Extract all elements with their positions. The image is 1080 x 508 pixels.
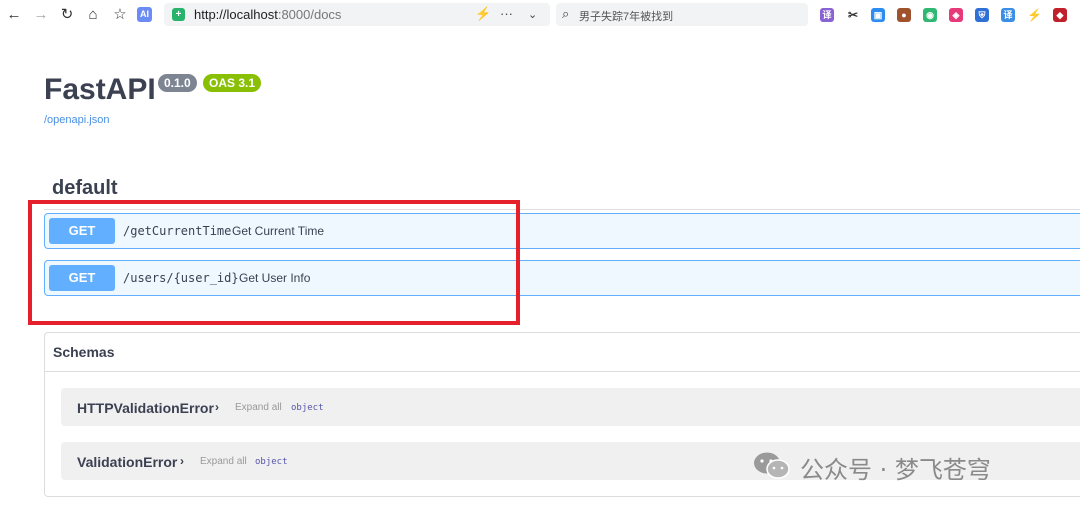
copy-extension-icon[interactable]: ▣ [871,8,885,22]
search-icon: ⌕ [562,6,570,21]
openapi-json-link[interactable]: /openapi.json [44,114,109,126]
chevron-right-icon[interactable]: › [180,454,184,468]
translate-extension-icon[interactable]: 译 [820,8,834,22]
lightning-icon[interactable]: ⚡ [475,6,491,22]
bookmark-star-icon[interactable]: ☆ [110,5,130,25]
expand-all-link[interactable]: Expand all [235,402,282,413]
bitwarden-shield-icon[interactable]: ⛨ [975,8,989,22]
cookie-extension-icon[interactable]: ● [897,8,911,22]
model-name[interactable]: HTTPValidationError [77,400,214,416]
version-badge: 0.1.0 [158,74,197,92]
back-arrow-icon[interactable]: ← [4,5,24,25]
url-text[interactable]: http://localhost:8000/docs [194,7,341,22]
ai-assistant-icon[interactable]: AI [137,7,152,22]
address-bar[interactable]: + http://localhost:8000/docs ⚡ ··· ⌄ [164,3,550,26]
chevron-right-icon[interactable]: › [215,400,219,414]
model-type: object [291,403,324,413]
tampermonkey-icon[interactable]: ◉ [923,8,937,22]
search-input[interactable]: 男子失踪7年被找到 [579,8,673,24]
scissors-icon[interactable]: ✂ [846,8,860,22]
forward-arrow-icon[interactable]: → [31,5,51,25]
wechat-logo-icon [754,452,790,479]
home-icon[interactable]: ⌂ [83,5,103,25]
model-httpvalidationerror[interactable]: HTTPValidationError › Expand all object [61,388,1080,426]
ublock-shield-icon[interactable]: ◆ [1053,8,1067,22]
reload-icon[interactable]: ↻ [57,5,77,25]
browser-toolbar: ← → ↻ ⌂ ☆ AI + http://localhost:8000/doc… [0,0,1080,30]
model-type: object [255,457,288,467]
model-name[interactable]: ValidationError [77,454,177,470]
search-box[interactable]: ⌕ 男子失踪7年被找到 [556,3,808,26]
expand-all-link[interactable]: Expand all [200,456,247,467]
chevron-down-icon[interactable]: ⌄ [528,8,537,21]
schemas-divider [45,371,1080,372]
pink-extension-icon[interactable]: ◈ [949,8,963,22]
oas-badge: OAS 3.1 [203,74,262,92]
schemas-title[interactable]: Schemas [53,344,114,360]
page-title: FastAPI [44,73,156,106]
translator-icon[interactable]: 译 [1001,8,1015,22]
secure-shield-icon: + [172,8,185,21]
watermark-text: 公众号 · 梦飞苍穹 [800,456,991,484]
bolt-extension-icon[interactable]: ⚡ [1027,8,1042,22]
tag-section-title[interactable]: default [52,177,118,200]
more-icon[interactable]: ··· [500,6,513,21]
highlight-annotation-box [28,200,520,325]
